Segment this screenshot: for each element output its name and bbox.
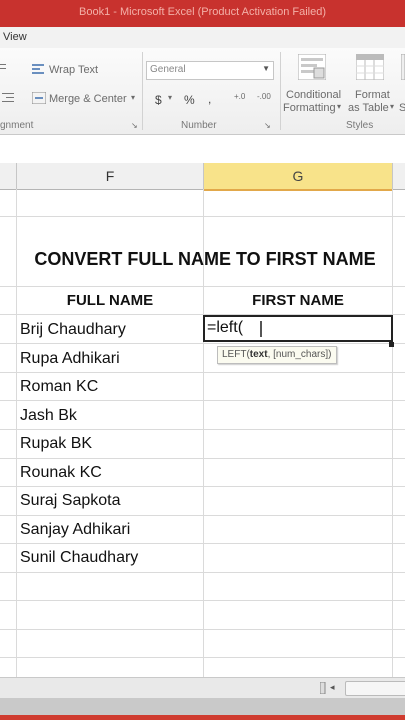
conditional-formatting-dropdown-icon[interactable]: ▾ (337, 102, 341, 111)
format-as-table-dropdown-icon[interactable]: ▾ (390, 102, 394, 111)
styles-group-label: Styles (346, 120, 374, 131)
separator (142, 52, 143, 130)
taskbar-edge (0, 715, 405, 720)
format-as-table-icon (356, 54, 384, 80)
format-as-table-label-2[interactable]: as Table (348, 102, 389, 114)
gridline (0, 629, 405, 630)
conditional-formatting-label-2[interactable]: Formatting (283, 102, 336, 114)
full-name-header-cell[interactable]: FULL NAME (17, 289, 203, 313)
number-group-label: Number (181, 120, 217, 131)
active-cell-formula: =left( (207, 319, 244, 336)
full-name-cell[interactable]: Rupa Adhikari (20, 345, 120, 373)
first-name-header-cell[interactable]: FIRST NAME (204, 289, 392, 313)
merge-dropdown-icon[interactable]: ▾ (131, 93, 135, 102)
full-name-cell[interactable]: Roman KC (20, 373, 98, 401)
text-cursor-icon (260, 321, 262, 337)
full-name-cell[interactable]: Brij Chaudhary (20, 316, 126, 344)
cell-styles-button[interactable]: S (399, 102, 405, 114)
ribbon-tabs: View (0, 27, 405, 49)
active-cell-g[interactable]: =left( (203, 315, 393, 342)
conditional-formatting-icon (298, 54, 326, 80)
scrollbar-thumb[interactable] (345, 681, 405, 696)
fill-handle[interactable] (389, 342, 394, 347)
comma-button[interactable]: , (208, 92, 211, 106)
percent-button[interactable]: % (184, 93, 195, 107)
merge-center-icon (32, 92, 46, 104)
wrap-text-button[interactable]: Wrap Text (49, 64, 98, 76)
tooltip-arg-text[interactable]: text (250, 349, 268, 360)
column-header-g[interactable]: G (204, 163, 393, 191)
separator (280, 52, 281, 130)
conditional-formatting-button[interactable]: Conditional (286, 89, 341, 101)
window-title: Book1 - Microsoft Excel (Product Activat… (79, 6, 326, 18)
indent-icon[interactable] (2, 92, 16, 104)
worksheet-grid[interactable]: CONVERT FULL NAME TO FIRST NAME FULL NAM… (0, 189, 405, 677)
number-format-dropdown[interactable]: General ▼ (146, 61, 274, 80)
merge-center-button[interactable]: Merge & Center (49, 93, 127, 105)
formula-bar-area (0, 135, 405, 164)
increase-decimal-button[interactable]: +.0 (234, 92, 245, 101)
split-box-icon[interactable] (320, 682, 326, 694)
gridline (0, 657, 405, 658)
number-format-value: General (150, 64, 186, 75)
column-header-h[interactable] (393, 163, 405, 190)
function-tooltip[interactable]: LEFT(text, [num_chars]) (217, 346, 337, 364)
cell-styles-icon (401, 54, 405, 80)
currency-button[interactable]: $ (155, 93, 162, 107)
tab-view[interactable]: View (3, 31, 27, 43)
alignment-group-label: gnment (0, 120, 34, 131)
gridline (0, 216, 405, 217)
alignment-launcher-icon[interactable]: ↘ (131, 121, 138, 130)
column-header-f[interactable]: F (17, 163, 204, 190)
gridline (0, 572, 405, 573)
decrease-decimal-button[interactable]: -.00 (257, 92, 271, 101)
horizontal-scrollbar[interactable]: ◂ (0, 677, 405, 698)
full-name-cell[interactable]: Rupak BK (20, 430, 92, 458)
chevron-down-icon: ▼ (262, 64, 270, 73)
scroll-left-icon[interactable]: ◂ (330, 682, 335, 693)
align-icon[interactable] (0, 62, 8, 74)
gridline (0, 286, 405, 287)
wrap-text-icon (32, 64, 44, 74)
full-name-cell[interactable]: Sanjay Adhikari (20, 516, 130, 544)
format-as-table-button[interactable]: Format (355, 89, 390, 101)
tooltip-function-name: LEFT( (222, 349, 250, 360)
full-name-cell[interactable]: Rounak KC (20, 459, 102, 487)
row-header-corner[interactable] (0, 163, 17, 190)
tooltip-args: , [num_chars]) (267, 349, 332, 360)
number-launcher-icon[interactable]: ↘ (264, 121, 271, 130)
currency-dropdown-icon[interactable]: ▾ (168, 93, 172, 102)
ribbon: Wrap Text Merge & Center ▾ gnment ↘ Gene… (0, 48, 405, 135)
title-bar: Book1 - Microsoft Excel (Product Activat… (0, 0, 405, 27)
full-name-cell[interactable]: Sunil Chaudhary (20, 544, 138, 572)
full-name-cell[interactable]: Suraj Sapkota (20, 487, 121, 515)
status-bar (0, 698, 405, 720)
full-name-cell[interactable]: Jash Bk (20, 402, 77, 430)
sheet-heading[interactable]: CONVERT FULL NAME TO FIRST NAME (17, 245, 393, 273)
gridline (0, 600, 405, 601)
